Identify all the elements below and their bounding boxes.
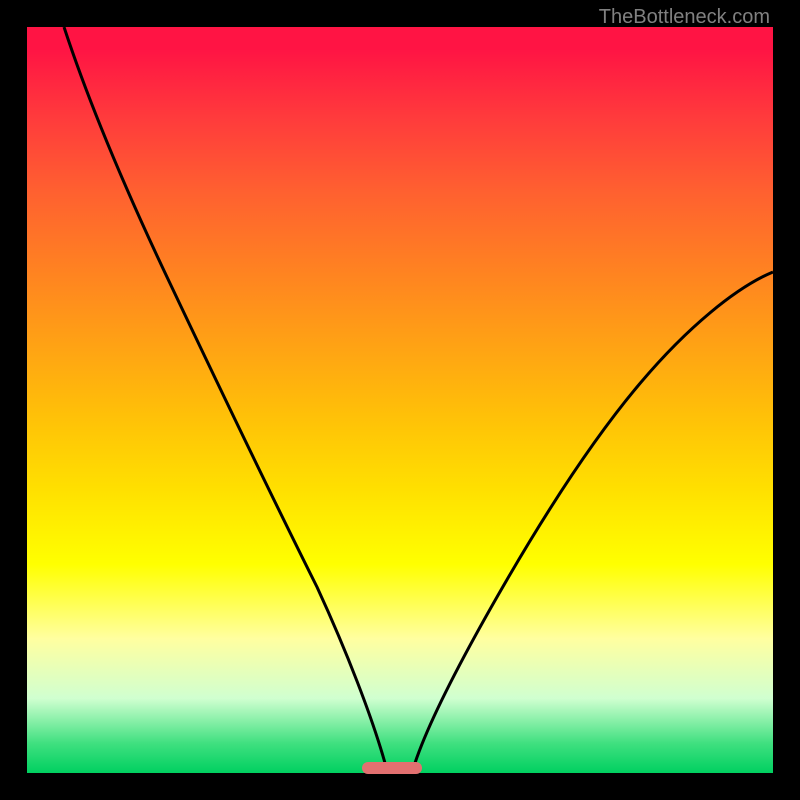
plot-area bbox=[27, 27, 773, 773]
optimal-marker bbox=[362, 762, 422, 774]
chart-container: TheBottleneck.com bbox=[0, 0, 800, 800]
bottleneck-curve bbox=[27, 27, 773, 773]
attribution-text: TheBottleneck.com bbox=[599, 6, 770, 29]
curve-left-branch bbox=[64, 27, 385, 763]
curve-right-branch bbox=[415, 272, 773, 763]
